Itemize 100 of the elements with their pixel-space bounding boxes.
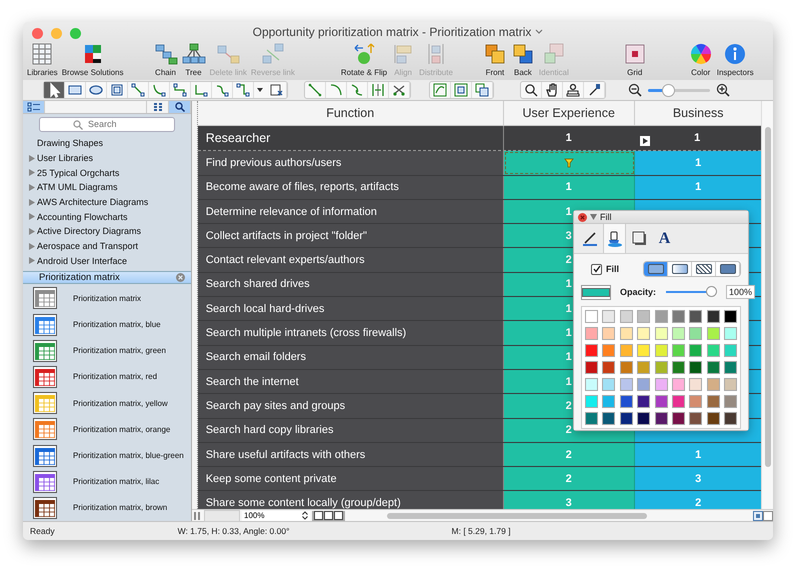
library-item[interactable]: ATM UML Diagrams: [23, 180, 191, 195]
close-window-button[interactable]: [32, 28, 43, 39]
color-swatch[interactable]: [689, 344, 702, 357]
dropdown-caret-icon[interactable]: [257, 88, 263, 92]
color-swatch[interactable]: [602, 412, 616, 425]
color-swatch[interactable]: [706, 395, 720, 408]
color-swatch[interactable]: [672, 395, 685, 408]
play-icon[interactable]: [640, 136, 650, 146]
color-swatch[interactable]: [689, 378, 702, 391]
color-swatch[interactable]: [672, 327, 685, 340]
library-shape[interactable]: Prioritization matrix, green: [23, 338, 191, 364]
color-swatch[interactable]: [654, 327, 668, 340]
color-swatch[interactable]: [620, 310, 633, 323]
library-shape[interactable]: Prioritization matrix, red: [23, 364, 191, 390]
color-swatch[interactable]: [620, 378, 633, 391]
color-swatch[interactable]: [585, 378, 598, 391]
library-item[interactable]: Android User Interface: [23, 253, 191, 268]
toolbar-button[interactable]: Libraries: [25, 42, 60, 80]
color-swatch[interactable]: [689, 361, 702, 374]
color-swatch[interactable]: [654, 310, 668, 323]
library-shape[interactable]: Prioritization matrix, lilac: [23, 468, 191, 495]
color-swatch[interactable]: [706, 310, 720, 323]
color-swatch[interactable]: [620, 327, 633, 340]
color-well[interactable]: [581, 284, 611, 300]
fill-checkbox[interactable]: Fill: [591, 264, 619, 274]
disclosure-triangle-icon[interactable]: [29, 184, 35, 191]
disclosure-triangle-icon[interactable]: [29, 198, 35, 206]
toolbar-button[interactable]: Grid: [620, 42, 649, 80]
color-swatch[interactable]: [654, 378, 668, 391]
view-mode-icon[interactable]: [753, 510, 773, 520]
toolbar-button[interactable]: Front: [480, 42, 509, 80]
color-swatch[interactable]: [620, 344, 633, 357]
color-swatch[interactable]: [620, 395, 633, 408]
color-swatch[interactable]: [654, 395, 668, 408]
color-swatch[interactable]: [585, 412, 598, 425]
toolbar-button[interactable]: Color: [686, 42, 715, 80]
color-swatch[interactable]: [724, 361, 738, 374]
color-swatch[interactable]: [706, 344, 720, 357]
disclosure-triangle-icon[interactable]: [29, 169, 35, 176]
zoom-in-icon[interactable]: [716, 83, 730, 97]
library-item[interactable]: Active Directory Diagrams: [23, 224, 191, 239]
color-swatch[interactable]: [672, 361, 685, 374]
color-swatch[interactable]: [637, 378, 650, 391]
color-swatch[interactable]: [706, 327, 720, 340]
search-field[interactable]: Search: [39, 116, 175, 132]
color-swatch[interactable]: [602, 378, 616, 391]
library-shape[interactable]: Prioritization matrix, yellow: [23, 390, 191, 416]
fill-style-button[interactable]: [644, 262, 668, 276]
library-item[interactable]: AWS Architecture Diagrams: [23, 194, 191, 210]
library-item[interactable]: Accounting Flowcharts: [23, 209, 191, 224]
color-swatch[interactable]: [654, 361, 668, 374]
fill-style-button[interactable]: [692, 262, 716, 276]
color-swatch[interactable]: [706, 412, 720, 425]
library-item[interactable]: Aerospace and Transport: [23, 238, 191, 254]
inspector-tab[interactable]: [603, 224, 626, 253]
zoom-field[interactable]: 100%: [242, 510, 310, 520]
library-shape[interactable]: Prioritization matrix, blue: [23, 312, 191, 338]
disclosure-triangle-icon[interactable]: [29, 257, 35, 264]
color-swatch[interactable]: [689, 395, 702, 408]
color-swatch[interactable]: [706, 378, 720, 391]
library-shape[interactable]: Prioritization matrix: [23, 285, 191, 312]
color-swatch[interactable]: [637, 344, 650, 357]
color-swatch[interactable]: [724, 412, 738, 425]
color-swatch[interactable]: [637, 395, 650, 408]
color-swatch[interactable]: [706, 361, 720, 374]
scrollbar-thumb[interactable]: [764, 127, 771, 467]
color-swatch[interactable]: [724, 378, 738, 391]
library-item[interactable]: Drawing Shapes: [23, 136, 191, 151]
toolbar-button[interactable]: Inspectors: [714, 42, 756, 80]
page-icons[interactable]: [312, 510, 345, 520]
color-swatch[interactable]: [672, 378, 685, 391]
color-swatch[interactable]: [654, 344, 668, 357]
color-swatch[interactable]: [602, 327, 616, 340]
color-swatch[interactable]: [602, 395, 616, 408]
caret-icon[interactable]: [535, 29, 544, 35]
disclosure-triangle-icon[interactable]: [29, 154, 35, 162]
color-swatch[interactable]: [620, 412, 633, 425]
color-swatch[interactable]: [689, 310, 702, 323]
toolbar-button[interactable]: Tree: [180, 42, 208, 80]
library-item[interactable]: User Libraries: [23, 150, 191, 166]
library-header[interactable]: Prioritization matrix: [23, 271, 191, 284]
disclosure-triangle-icon[interactable]: [29, 213, 35, 220]
color-swatch[interactable]: [585, 361, 598, 374]
toolbar-button[interactable]: Back: [508, 42, 537, 80]
search-button[interactable]: [169, 101, 191, 113]
disclosure-triangle-icon[interactable]: [590, 214, 597, 220]
color-swatch[interactable]: [724, 344, 738, 357]
color-swatch[interactable]: [672, 344, 685, 357]
color-swatch[interactable]: [672, 310, 685, 323]
library-item[interactable]: 25 Typical Orgcharts: [23, 165, 191, 180]
color-swatch[interactable]: [602, 310, 616, 323]
color-swatch[interactable]: [585, 395, 598, 408]
library-shape[interactable]: Prioritization matrix, brown: [23, 494, 191, 521]
library-shape[interactable]: Prioritization matrix, orange: [23, 416, 191, 442]
opacity-field[interactable]: 100%: [726, 285, 756, 299]
close-icon[interactable]: [578, 212, 587, 222]
tool-button[interactable]: [44, 82, 65, 98]
toolbar-button[interactable]: Rotate & Flip: [338, 42, 390, 80]
color-swatch[interactable]: [602, 361, 616, 374]
list-view-button[interactable]: [23, 101, 45, 113]
